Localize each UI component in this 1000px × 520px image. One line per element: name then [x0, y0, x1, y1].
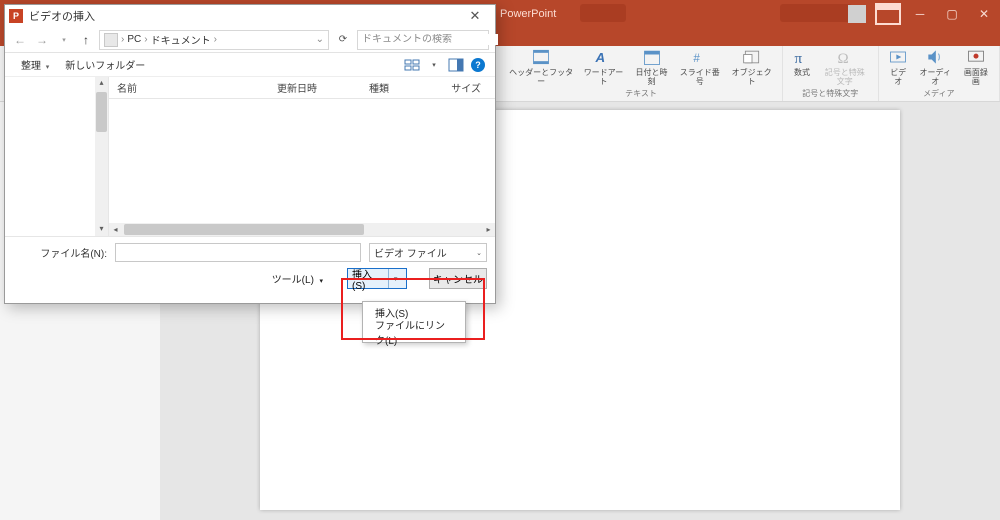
svg-text:π: π [795, 51, 803, 67]
maximize-button[interactable]: ▢ [936, 0, 968, 28]
object-button[interactable]: オブジェクト [727, 46, 776, 87]
column-kind[interactable]: 種類 [361, 80, 431, 95]
refresh-button[interactable]: ⟳ [333, 34, 353, 45]
symbol-button[interactable]: Ω 記号と特殊文字 [818, 46, 872, 87]
breadcrumb[interactable]: › PC › ドキュメント › ⌄ [99, 30, 329, 50]
breadcrumb-dropdown[interactable]: ⌄ [316, 34, 324, 45]
insert-video-dialog: P ビデオの挿入 ✕ ← → ▾ ↑ › PC › ドキュメント › ⌄ ⟳ 整… [4, 4, 496, 304]
tree-scrollbar[interactable]: ▴ ▾ [95, 77, 108, 236]
pc-icon [104, 33, 118, 47]
user-avatar[interactable] [842, 0, 872, 28]
breadcrumb-documents[interactable]: ドキュメント [151, 32, 211, 47]
cancel-button[interactable]: キャンセル [429, 268, 487, 289]
svg-text:A: A [595, 50, 606, 65]
wordart-button[interactable]: A ワードアート [579, 46, 627, 87]
list-hscrollbar[interactable]: ◂ ▸ [109, 223, 495, 236]
equation-button[interactable]: π 数式 [789, 46, 815, 78]
help-button[interactable]: ? [469, 56, 487, 74]
nav-up-button[interactable]: ↑ [77, 33, 95, 47]
dropdown-link-to-file[interactable]: ファイルにリンク(L) [363, 322, 465, 342]
filename-label: ファイル名(N): [13, 245, 107, 260]
column-name[interactable]: 名前 [109, 80, 269, 95]
ribbon-group-text: ヘッダーとフッター A ワードアート 日付と時刻 # スライド番号 オブジェクト… [500, 46, 783, 101]
dialog-close-button[interactable]: ✕ [459, 8, 491, 24]
filename-input[interactable] [115, 243, 361, 262]
chevron-down-icon: ⌄ [476, 249, 482, 257]
folder-tree-pane[interactable]: ▴ ▾ [5, 77, 109, 236]
scroll-right-button[interactable]: ▸ [482, 225, 495, 234]
filetype-select[interactable]: ビデオ ファイル⌄ [369, 243, 487, 262]
insert-split-button[interactable]: 挿入(S) ▾ [347, 268, 407, 289]
scroll-down-button[interactable]: ▾ [95, 223, 108, 236]
audio-button[interactable]: オーディオ [915, 46, 956, 87]
minimize-button[interactable]: ─ [904, 0, 936, 28]
powerpoint-logo-icon: P [9, 9, 23, 23]
nav-recent-button[interactable]: ▾ [55, 36, 73, 44]
date-time-button[interactable]: 日付と時刻 [631, 46, 673, 87]
tools-button[interactable]: ツール(L) ▾ [272, 271, 323, 286]
scroll-thumb[interactable] [96, 92, 107, 132]
preview-pane-button[interactable] [447, 56, 465, 74]
screen-recording-button[interactable]: 画面録画 [959, 46, 993, 87]
svg-text:Ω: Ω [837, 51, 848, 67]
hscroll-thumb[interactable] [124, 224, 364, 235]
scroll-left-button[interactable]: ◂ [109, 225, 122, 234]
doc-title-suffix: PowerPoint [500, 8, 556, 20]
nav-forward-button[interactable]: → [33, 33, 51, 47]
ribbon-group-media: ビデオ オーディオ 画面録画 メディア [879, 46, 1000, 101]
dialog-title: ビデオの挿入 [29, 8, 95, 24]
svg-text:#: # [693, 52, 700, 65]
organize-button[interactable]: 整理 ▾ [13, 55, 57, 74]
ribbon-display-options[interactable] [872, 0, 904, 28]
column-date[interactable]: 更新日時 [269, 80, 361, 95]
nav-back-button[interactable]: ← [11, 33, 29, 47]
search-input[interactable] [358, 34, 498, 45]
scroll-up-button[interactable]: ▴ [95, 77, 108, 90]
insert-dropdown-arrow[interactable]: ▾ [388, 269, 402, 288]
breadcrumb-pc[interactable]: PC [127, 34, 141, 45]
file-list-pane[interactable]: 名前 更新日時 種類 サイズ ◂ ▸ [109, 77, 495, 236]
video-button[interactable]: ビデオ [885, 46, 912, 87]
column-size[interactable]: サイズ [431, 80, 495, 95]
slide-number-button[interactable]: # スライド番号 [675, 46, 724, 87]
view-options-dropdown[interactable]: ▾ [425, 56, 443, 74]
title-smear [580, 4, 626, 22]
search-box[interactable] [357, 30, 489, 50]
close-button[interactable]: ✕ [968, 0, 1000, 28]
ribbon-group-symbols: π 数式 Ω 記号と特殊文字 記号と特殊文字 [783, 46, 879, 101]
view-options-button[interactable] [403, 56, 421, 74]
header-footer-button[interactable]: ヘッダーとフッター [506, 46, 576, 87]
insert-dropdown-menu: 挿入(S) ファイルにリンク(L) [362, 301, 466, 343]
new-folder-button[interactable]: 新しいフォルダー [57, 55, 153, 74]
